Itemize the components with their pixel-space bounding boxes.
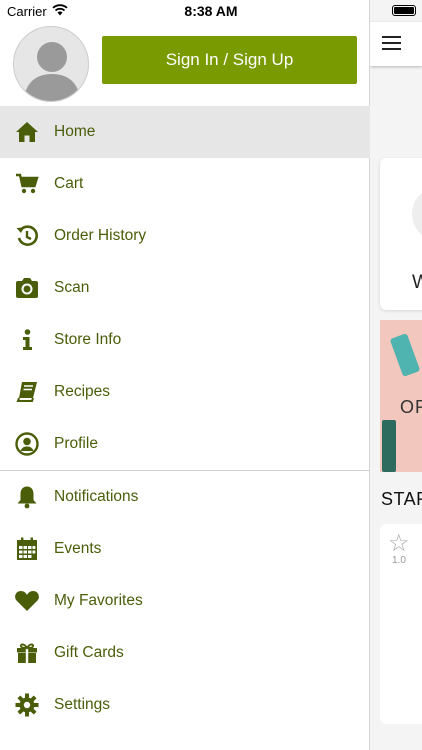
menu-label: My Favorites	[54, 592, 143, 609]
sign-in-button[interactable]: Sign In / Sign Up	[102, 36, 357, 84]
menu-item-gift-cards[interactable]: Gift Cards	[0, 627, 370, 679]
camera-icon	[14, 275, 40, 301]
menu-label: Events	[54, 540, 102, 557]
menu-item-notifications[interactable]: Notifications	[0, 471, 370, 523]
secondary-menu: Notifications Events My Favorites Gift C…	[0, 471, 370, 731]
user-placeholder-icon	[24, 42, 80, 101]
history-icon	[14, 223, 40, 249]
menu-label: Profile	[54, 435, 98, 452]
banner-text: OR	[400, 397, 422, 417]
menu-item-cart[interactable]: Cart	[0, 158, 370, 210]
menu-label: Store Info	[54, 331, 122, 348]
menu-item-my-favorites[interactable]: My Favorites	[0, 575, 370, 627]
bell-icon	[14, 484, 40, 510]
hamburger-menu-icon[interactable]	[382, 36, 401, 50]
background-page-viewport: W OR STAR ☆ 1.0	[370, 0, 422, 750]
menu-label: Gift Cards	[54, 644, 124, 661]
battery-level	[394, 7, 414, 14]
navigation-drawer: Sign In / Sign Up Home Cart Order Histor…	[0, 0, 370, 750]
book-icon	[14, 379, 40, 405]
card-title: W	[412, 272, 422, 293]
star-icon[interactable]: ☆	[388, 529, 410, 558]
menu-label: Recipes	[54, 383, 110, 400]
menu-item-order-history[interactable]: Order History	[0, 210, 370, 262]
menu-label: Settings	[54, 696, 111, 713]
info-icon	[14, 327, 40, 353]
menu-item-recipes[interactable]: Recipes	[0, 366, 370, 418]
menu-item-events[interactable]: Events	[0, 523, 370, 575]
calendar-icon	[14, 536, 40, 562]
gift-icon	[14, 640, 40, 666]
menu-item-home[interactable]: Home	[0, 106, 370, 158]
banner-bottle-image	[382, 420, 396, 472]
status-time: 8:38 AM	[184, 3, 238, 19]
heart-icon	[14, 588, 40, 614]
menu-item-profile[interactable]: Profile	[0, 418, 370, 470]
rating-value: 1.0	[392, 555, 406, 566]
app-screen: W OR STAR ☆ 1.0 Sign In / Sign Up Home	[0, 0, 422, 750]
battery-icon	[392, 5, 416, 16]
user-circle-icon	[14, 431, 40, 457]
menu-label: Cart	[54, 175, 84, 192]
avatar[interactable]	[13, 26, 89, 102]
menu-item-settings[interactable]: Settings	[0, 679, 370, 731]
status-bar: Carrier 8:38 AM	[0, 0, 422, 22]
section-heading: STAR	[381, 489, 422, 509]
menu-label: Scan	[54, 279, 90, 296]
menu-label: Home	[54, 123, 96, 140]
home-icon	[14, 119, 40, 145]
menu-item-scan[interactable]: Scan	[0, 262, 370, 314]
primary-menu: Home Cart Order History Scan Store Info …	[0, 106, 370, 470]
cart-icon	[14, 171, 40, 197]
menu-label: Notifications	[54, 488, 139, 505]
menu-item-store-info[interactable]: Store Info	[0, 314, 370, 366]
menu-label: Order History	[54, 227, 147, 244]
gear-icon	[14, 692, 40, 718]
